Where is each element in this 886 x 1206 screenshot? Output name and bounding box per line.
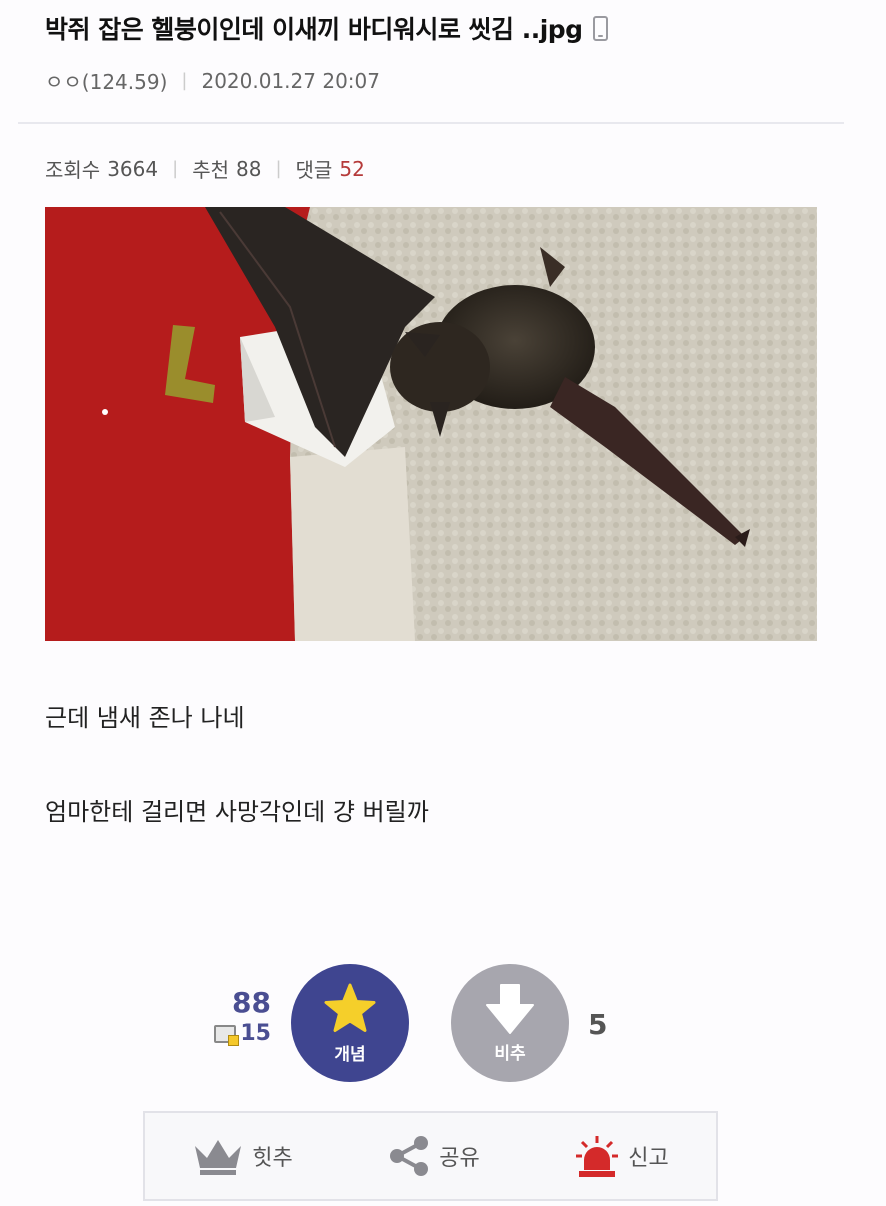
fixed-count: 15 xyxy=(214,1021,271,1046)
post-stats: 조회수 3664 | 추천 88 | 댓글 52 xyxy=(45,154,365,183)
vote-area: 88 15 개념 비추 5 xyxy=(0,962,886,1082)
post-title-text: 박쥐 잡은 헬붕이인데 이새끼 바디워시로 씻김 ..jpg xyxy=(45,15,583,44)
header-divider xyxy=(18,122,844,124)
downvote-button[interactable]: 비추 xyxy=(451,964,569,1082)
upvote-button[interactable]: 개념 xyxy=(291,964,409,1082)
content-line: 근데 냄새 존나 나네 xyxy=(45,704,245,732)
stats-separator: | xyxy=(275,158,282,179)
views-label: 조회수 xyxy=(45,158,101,182)
star-icon xyxy=(324,983,376,1032)
crown-icon xyxy=(195,1140,242,1175)
downvote-label: 비추 xyxy=(494,1043,526,1064)
content-line: 엄마한테 걸리면 사망각인데 걍 버릴까 xyxy=(45,798,429,826)
action-bar: 힛추 공유 신고 xyxy=(143,1111,718,1201)
comments-count[interactable]: 52 xyxy=(339,157,364,181)
bat-photo xyxy=(45,207,817,641)
hit-recommend-button[interactable]: 힛추 xyxy=(192,1136,293,1176)
siren-icon xyxy=(576,1136,619,1177)
upvote-stats: 88 15 xyxy=(195,986,271,1047)
fixed-user-icon xyxy=(214,1024,240,1046)
author-name[interactable]: ㅇㅇ(124.59) xyxy=(45,66,167,95)
mobile-icon xyxy=(592,15,608,41)
upvote-label: 개념 xyxy=(334,1044,366,1065)
recommend-label: 추천 xyxy=(192,158,229,182)
down-arrow-icon xyxy=(486,983,534,1034)
comments-label[interactable]: 댓글 xyxy=(296,154,333,183)
post-title: 박쥐 잡은 헬붕이인데 이새끼 바디워시로 씻김 ..jpg xyxy=(45,10,846,46)
share-label: 공유 xyxy=(439,1146,480,1171)
upvote-count: 88 xyxy=(232,986,271,1019)
recommend-count: 88 xyxy=(236,156,262,181)
post-date: 2020.01.27 20:07 xyxy=(201,68,380,93)
share-button[interactable]: 공유 xyxy=(387,1134,480,1178)
views-count: 3664 xyxy=(107,156,159,181)
stats-separator: | xyxy=(172,158,179,179)
report-label: 신고 xyxy=(628,1146,669,1171)
hit-recommend-label: 힛추 xyxy=(252,1146,293,1171)
fixed-count-value: 15 xyxy=(240,1021,271,1046)
share-icon xyxy=(390,1136,429,1176)
downvote-count: 5 xyxy=(588,1008,608,1041)
post-image[interactable] xyxy=(45,207,817,641)
post-meta: ㅇㅇ(124.59) | 2020.01.27 20:07 xyxy=(45,66,380,95)
report-button[interactable]: 신고 xyxy=(574,1134,669,1178)
meta-separator: | xyxy=(181,70,188,91)
post-header: 박쥐 잡은 헬붕이인데 이새끼 바디워시로 씻김 ..jpg xyxy=(45,10,846,46)
